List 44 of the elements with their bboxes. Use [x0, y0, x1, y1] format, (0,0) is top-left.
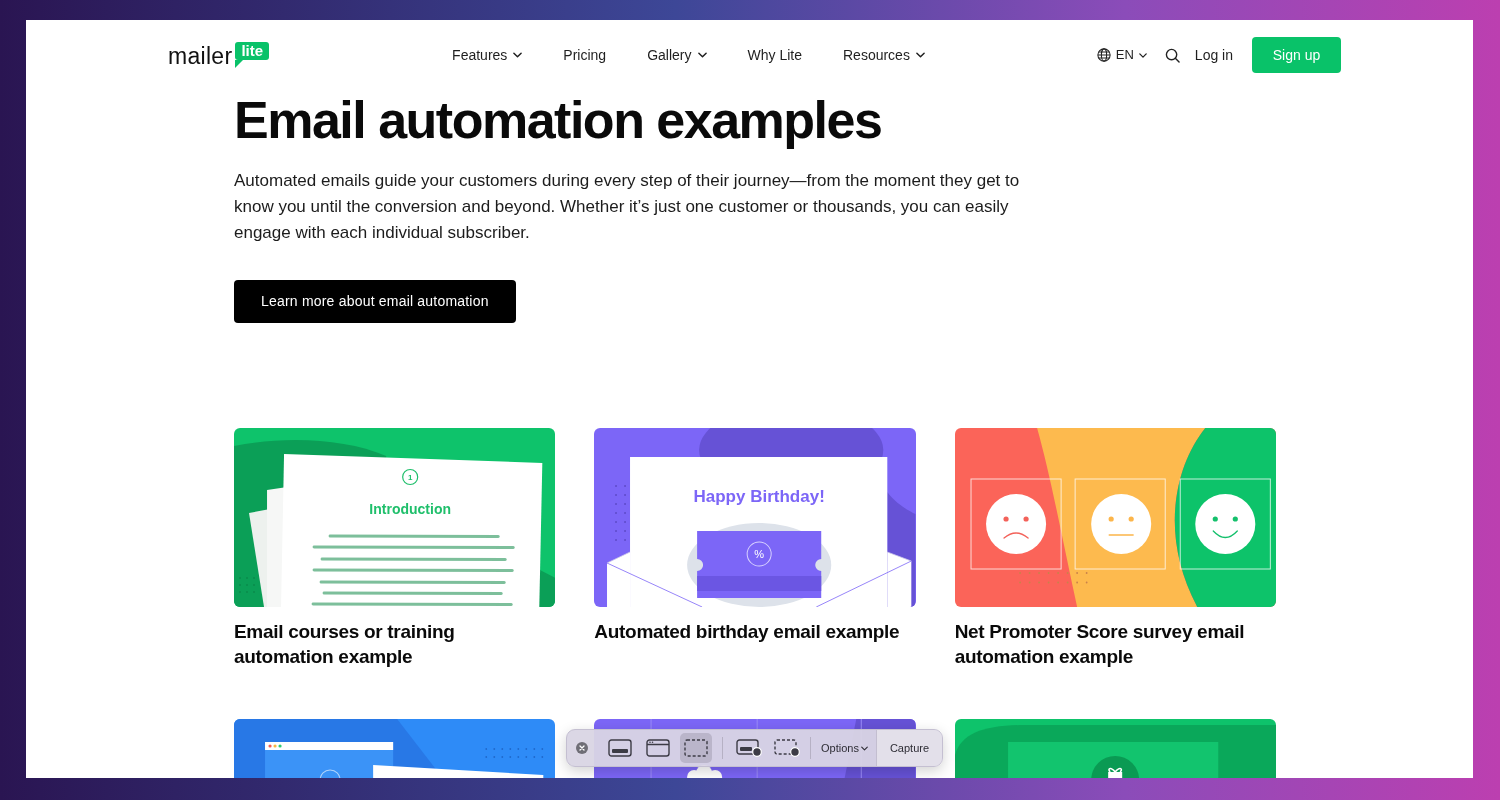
full-screen-icon: [608, 739, 632, 757]
page-heading: Email automation examples: [234, 90, 883, 150]
illustration-heading: Introduction: [369, 501, 452, 517]
login-link[interactable]: Log in: [1194, 44, 1233, 66]
window-icon: [646, 739, 670, 757]
envelope-illustration[interactable]: Happy Birthday! %: [594, 428, 916, 607]
nav-link[interactable]: Pricing: [563, 44, 607, 66]
neutral-face-icon: [1090, 494, 1151, 554]
card-title[interactable]: Net Promoter Score survey email automation example: [954, 619, 1276, 669]
step-number-badge: 1: [402, 468, 419, 486]
nav-link[interactable]: Resources: [843, 44, 925, 66]
intro-paragraph: Automated emails guide your customers during every step of their journey—from the moment they get to know you until the conversion and beyond. Whether it’s just one customer or thousands, you can easily engage with each individual subscriber.: [234, 170, 1021, 244]
capture-mode-button[interactable]: [680, 733, 712, 763]
illustration-heading: Happy Birthday!: [693, 487, 826, 506]
chevron-down-icon: [697, 52, 707, 58]
globe-icon: [1096, 48, 1111, 62]
chevron-down-icon: [1138, 52, 1147, 58]
learn-more-button[interactable]: Learn more about email automation: [234, 280, 516, 323]
dot-pattern: [485, 748, 544, 758]
smiley-rating-illustration[interactable]: [954, 428, 1276, 607]
options-button[interactable]: Options: [821, 739, 868, 757]
nav-link[interactable]: Gallery: [647, 44, 707, 66]
card-title[interactable]: Email courses or training automation example: [234, 619, 556, 669]
dot-pattern: [615, 485, 627, 541]
card-title[interactable]: Automated birthday email example: [594, 619, 916, 644]
chevron-down-icon: [860, 745, 868, 751]
screen-record-icon: [736, 739, 762, 757]
happy-face-icon: [1194, 494, 1255, 554]
capture-button[interactable]: Capture: [875, 730, 942, 766]
language-selector[interactable]: EN: [1096, 45, 1147, 65]
selection-record-icon: [774, 739, 800, 757]
dot-pattern: [1018, 572, 1088, 584]
gift-icon: [1107, 767, 1122, 778]
chevron-down-icon: [513, 52, 523, 58]
dashed-selection-icon: [684, 739, 708, 757]
logo-wordmark[interactable]: mailer: [168, 44, 233, 68]
browser-illustration[interactable]: [234, 719, 556, 778]
chevron-down-icon: [915, 52, 925, 58]
close-icon[interactable]: [576, 742, 588, 754]
nav-link[interactable]: Features: [452, 44, 523, 66]
nav-link[interactable]: Why Lite: [747, 44, 802, 66]
coupon-symbol: %: [754, 548, 765, 560]
search-icon[interactable]: [1164, 47, 1180, 63]
sad-face-icon: [985, 494, 1046, 554]
